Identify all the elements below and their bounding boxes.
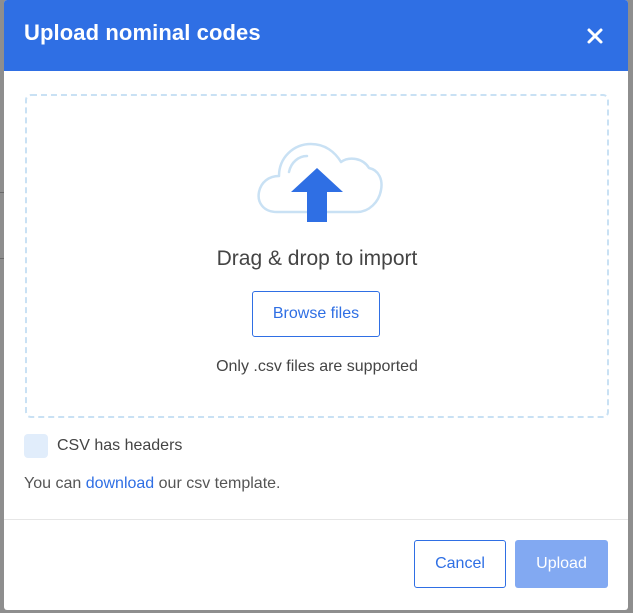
template-note-suffix: our csv template. <box>158 475 281 492</box>
cancel-button[interactable]: Cancel <box>414 540 506 588</box>
csv-headers-checkbox[interactable] <box>24 434 48 458</box>
supported-formats-note: Only .csv files are supported <box>216 358 418 375</box>
upload-button[interactable]: Upload <box>515 540 608 588</box>
modal-title: Upload nominal codes <box>24 20 261 45</box>
csv-headers-option[interactable]: CSV has headers <box>24 433 182 459</box>
template-note-prefix: You can <box>24 475 82 492</box>
close-icon[interactable] <box>582 23 608 49</box>
footer-divider <box>4 519 628 520</box>
dropzone-heading: Drag & drop to import <box>216 247 418 270</box>
template-note: You can download our csv template. <box>24 475 280 493</box>
file-dropzone[interactable]: Drag & drop to import Browse files Only … <box>25 94 609 418</box>
cloud-upload-icon <box>255 134 383 226</box>
download-template-link[interactable]: download <box>86 475 155 492</box>
modal-header: Upload nominal codes <box>4 0 628 71</box>
upload-modal: Upload nominal codes Drag & drop to impo… <box>4 0 628 610</box>
csv-headers-label: CSV has headers <box>57 437 183 454</box>
browse-files-button[interactable]: Browse files <box>252 291 380 337</box>
